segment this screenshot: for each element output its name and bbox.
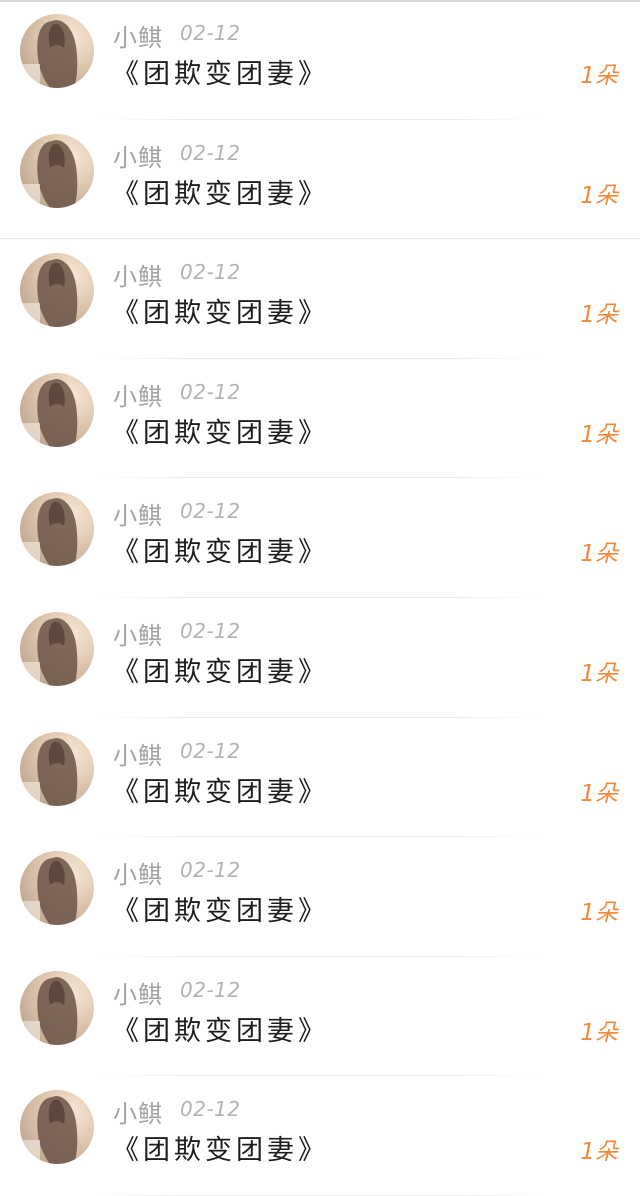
gift-count: 1朵 xyxy=(580,900,618,927)
avatar[interactable] xyxy=(20,492,94,567)
list-item[interactable]: 小鲯 02-12 《团欺变团妻》 1朵 xyxy=(0,1076,640,1196)
book-title[interactable]: 《团欺变团妻》 xyxy=(112,1128,329,1167)
gift-count: 1朵 xyxy=(580,541,618,568)
gift-count: 1朵 xyxy=(580,421,618,448)
post-date: 02-12 xyxy=(180,21,241,45)
gift-count: 1朵 xyxy=(580,1019,618,1046)
avatar[interactable] xyxy=(20,372,94,447)
avatar[interactable] xyxy=(20,611,94,686)
book-title[interactable]: 《团欺变团妻》 xyxy=(112,889,329,928)
gift-count: 1朵 xyxy=(580,660,618,687)
post-date: 02-12 xyxy=(180,858,241,883)
book-title[interactable]: 《团欺变团妻》 xyxy=(112,530,329,569)
user-name[interactable]: 小鲯 xyxy=(113,257,163,292)
post-date: 02-12 xyxy=(180,140,241,165)
gift-record-list: 小鲯 02-12 《团欺变团妻》 1朵 小鲯 02-12 《团欺变团妻》 1朵 … xyxy=(0,0,640,1196)
list-item[interactable]: 小鲯 02-12 《团欺变团妻》 1朵 xyxy=(0,478,640,598)
post-date: 02-12 xyxy=(180,379,241,404)
list-item[interactable]: 小鲯 02-12 《团欺变团妻》 1朵 xyxy=(0,598,640,718)
list-item[interactable]: 小鲯 02-12 《团欺变团妻》 1朵 xyxy=(0,120,640,240)
gift-count: 1朵 xyxy=(580,302,618,329)
list-item[interactable]: 小鲯 02-12 《团欺变团妻》 1朵 xyxy=(0,718,640,838)
user-name[interactable]: 小鲯 xyxy=(113,377,163,412)
user-name[interactable]: 小鲯 xyxy=(113,975,163,1010)
list-item[interactable]: 小鲯 02-12 《团欺变团妻》 1朵 xyxy=(0,359,640,479)
book-title[interactable]: 《团欺变团妻》 xyxy=(112,172,329,211)
list-item[interactable]: 小鲯 02-12 《团欺变团妻》 1朵 xyxy=(0,0,640,120)
post-date: 02-12 xyxy=(180,499,241,524)
gift-count: 1朵 xyxy=(580,63,618,89)
post-date: 02-12 xyxy=(180,977,241,1002)
post-date: 02-12 xyxy=(180,618,241,643)
list-item[interactable]: 小鲯 02-12 《团欺变团妻》 1朵 xyxy=(0,957,640,1077)
post-date: 02-12 xyxy=(180,260,241,285)
user-name[interactable]: 小鲯 xyxy=(113,855,163,890)
user-name[interactable]: 小鲯 xyxy=(113,18,163,53)
gift-count: 1朵 xyxy=(580,780,618,807)
user-name[interactable]: 小鲯 xyxy=(113,138,163,173)
avatar[interactable] xyxy=(20,133,94,208)
list-item[interactable]: 小鲯 02-12 《团欺变团妻》 1朵 xyxy=(0,837,640,957)
avatar[interactable] xyxy=(20,1090,94,1165)
avatar[interactable] xyxy=(20,14,94,88)
list-item[interactable]: 小鲯 02-12 《团欺变团妻》 1朵 xyxy=(0,239,640,359)
book-title[interactable]: 《团欺变团妻》 xyxy=(112,411,329,450)
post-date: 02-12 xyxy=(180,738,241,763)
gift-count: 1朵 xyxy=(580,182,618,209)
book-title[interactable]: 《团欺变团妻》 xyxy=(112,291,329,330)
book-title[interactable]: 《团欺变团妻》 xyxy=(112,52,329,91)
user-name[interactable]: 小鲯 xyxy=(113,496,163,531)
book-title[interactable]: 《团欺变团妻》 xyxy=(112,1009,329,1048)
avatar[interactable] xyxy=(20,970,94,1045)
user-name[interactable]: 小鲯 xyxy=(113,616,163,651)
book-title[interactable]: 《团欺变团妻》 xyxy=(112,770,329,809)
gift-count: 1朵 xyxy=(580,1139,618,1166)
avatar[interactable] xyxy=(20,253,94,328)
user-name[interactable]: 小鲯 xyxy=(113,1094,163,1129)
post-date: 02-12 xyxy=(180,1097,241,1122)
user-name[interactable]: 小鲯 xyxy=(113,736,163,771)
avatar[interactable] xyxy=(20,731,94,806)
avatar[interactable] xyxy=(20,851,94,926)
book-title[interactable]: 《团欺变团妻》 xyxy=(112,650,329,689)
